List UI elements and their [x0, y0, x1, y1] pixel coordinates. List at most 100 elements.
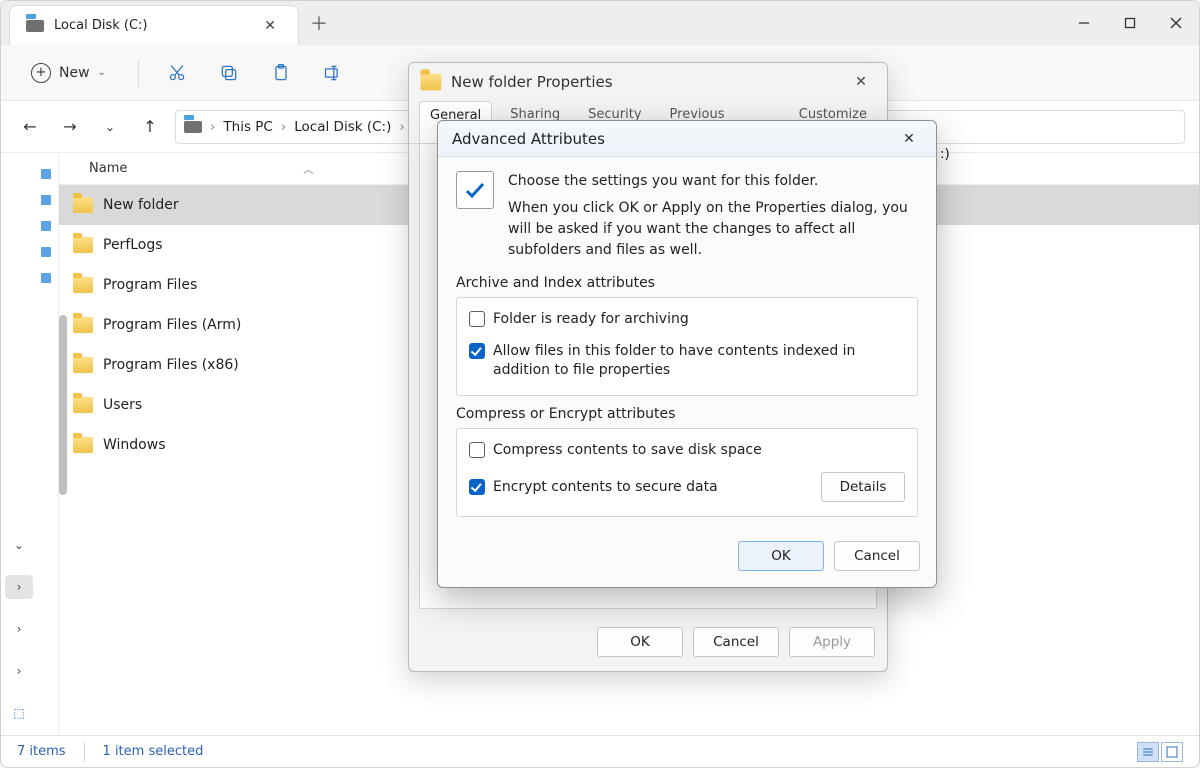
intro-line1: Choose the settings you want for this fo…: [508, 171, 918, 192]
properties-ok-button[interactable]: OK: [597, 627, 683, 657]
folder-icon: [73, 277, 93, 293]
folder-name: PerfLogs: [103, 237, 163, 253]
folder-icon: [73, 397, 93, 413]
group-archive: Folder is ready for archiving Allow file…: [456, 297, 918, 396]
group-label-archive: Archive and Index attributes: [456, 275, 918, 291]
close-icon[interactable]: ✕: [847, 68, 875, 96]
folder-icon: [73, 197, 93, 213]
minimize-button[interactable]: [1061, 1, 1107, 45]
drive-icon: [184, 121, 202, 133]
properties-cancel-button[interactable]: Cancel: [693, 627, 779, 657]
up-button[interactable]: ↑: [135, 112, 165, 142]
close-icon[interactable]: ✕: [896, 126, 922, 152]
folder-name: Program Files: [103, 277, 197, 293]
folder-name: New folder: [103, 197, 179, 213]
checkbox-box: [469, 479, 485, 495]
checkbox-compress[interactable]: Compress contents to save disk space: [469, 441, 905, 461]
forward-button[interactable]: →: [55, 112, 85, 142]
column-name[interactable]: Name ︿: [89, 161, 313, 176]
folder-icon: [73, 357, 93, 373]
intro-line2: When you click OK or Apply on the Proper…: [508, 198, 918, 261]
advanced-body: Choose the settings you want for this fo…: [438, 157, 936, 533]
checkbox-label: Compress contents to save disk space: [493, 441, 762, 461]
maximize-button[interactable]: [1107, 1, 1153, 45]
view-toggles: [1137, 742, 1183, 762]
tab-local-disk[interactable]: Local Disk (C:) ✕: [9, 5, 299, 45]
properties-apply-button[interactable]: Apply: [789, 627, 875, 657]
sidebar-chevron[interactable]: ⌄: [5, 533, 33, 557]
sidebar-item-peek[interactable]: [41, 247, 51, 257]
advanced-ok-button[interactable]: OK: [738, 541, 824, 571]
folder-name: Program Files (Arm): [103, 317, 241, 333]
status-selection: 1 item selected: [103, 744, 204, 759]
back-button[interactable]: ←: [15, 112, 45, 142]
folder-icon: [73, 237, 93, 253]
advanced-cancel-button[interactable]: Cancel: [834, 541, 920, 571]
checkbox-label: Allow files in this folder to have conte…: [493, 342, 905, 381]
window-controls: [1061, 1, 1199, 45]
folder-name: Windows: [103, 437, 166, 453]
sidebar-item-peek[interactable]: [41, 169, 51, 179]
checkbox-archive[interactable]: Folder is ready for archiving: [469, 310, 905, 330]
column-name-label: Name: [89, 161, 127, 176]
chevron-right-icon: ›: [399, 119, 404, 135]
group-compress: Compress contents to save disk space Enc…: [456, 428, 918, 518]
advanced-attributes-dialog: Advanced Attributes ✕ Choose the setting…: [437, 120, 937, 588]
details-button[interactable]: Details: [821, 472, 905, 502]
close-button[interactable]: [1153, 1, 1199, 45]
advanced-buttons: OK Cancel: [438, 533, 936, 587]
sidebar-chevron[interactable]: ›: [5, 575, 33, 599]
folder-name: Program Files (x86): [103, 357, 239, 373]
checkbox-label: Encrypt contents to secure data: [493, 478, 718, 498]
nav-pane: ⌄ › › › ⬚: [1, 153, 59, 735]
drive-icon: [26, 20, 44, 32]
breadcrumb-drive[interactable]: Local Disk (C:): [294, 119, 391, 135]
separator: [84, 743, 85, 761]
checkmark-icon: [456, 171, 494, 209]
properties-title: New folder Properties: [451, 73, 613, 91]
properties-buttons: OK Cancel Apply: [409, 619, 887, 671]
cut-icon[interactable]: [159, 55, 195, 91]
sidebar-chevron[interactable]: ›: [5, 659, 33, 683]
status-bar: 7 items 1 item selected: [1, 735, 1199, 767]
sidebar-item-peek[interactable]: [41, 221, 51, 231]
recent-dropdown[interactable]: ⌄: [95, 112, 125, 142]
sidebar-item-peek[interactable]: [41, 273, 51, 283]
breadcrumb-thispc[interactable]: This PC: [223, 119, 272, 135]
checkbox-box: [469, 442, 485, 458]
sidebar-item-peek[interactable]: [41, 195, 51, 205]
copy-icon[interactable]: [211, 55, 247, 91]
advanced-titlebar[interactable]: Advanced Attributes ✕: [438, 121, 936, 157]
paste-icon[interactable]: [263, 55, 299, 91]
thumbnails-view-button[interactable]: [1161, 742, 1183, 762]
new-tab-button[interactable]: ＋: [299, 1, 339, 45]
group-label-compress: Compress or Encrypt attributes: [456, 406, 918, 422]
properties-titlebar[interactable]: New folder Properties ✕: [409, 63, 887, 101]
advanced-title: Advanced Attributes: [452, 130, 605, 148]
sidebar-chevron[interactable]: ⬚: [5, 701, 33, 725]
breadcrumb-clipped: :): [940, 146, 950, 162]
rename-icon[interactable]: [315, 55, 351, 91]
folder-icon: [73, 317, 93, 333]
checkbox-box: [469, 343, 485, 359]
checkbox-label: Folder is ready for archiving: [493, 310, 689, 330]
folder-name: Users: [103, 397, 142, 413]
checkbox-encrypt[interactable]: Encrypt contents to secure data: [469, 478, 718, 498]
advanced-intro: Choose the settings you want for this fo…: [456, 171, 918, 261]
checkbox-box: [469, 311, 485, 327]
tab-title: Local Disk (C:): [54, 18, 147, 33]
plus-circle-icon: +: [31, 63, 51, 83]
chevron-right-icon: ›: [281, 119, 286, 135]
sort-indicator-icon: ︿: [303, 161, 313, 176]
chevron-right-icon: ›: [210, 119, 215, 135]
checkbox-index[interactable]: Allow files in this folder to have conte…: [469, 342, 905, 381]
separator: [138, 59, 139, 87]
folder-icon: [73, 437, 93, 453]
tab-close-button[interactable]: ✕: [258, 14, 282, 38]
new-label: New: [59, 65, 90, 81]
details-view-button[interactable]: [1137, 742, 1159, 762]
chevron-down-icon: ⌄: [98, 67, 106, 78]
status-item-count: 7 items: [17, 744, 66, 759]
sidebar-chevron[interactable]: ›: [5, 617, 33, 641]
new-button[interactable]: + New ⌄: [19, 57, 118, 89]
